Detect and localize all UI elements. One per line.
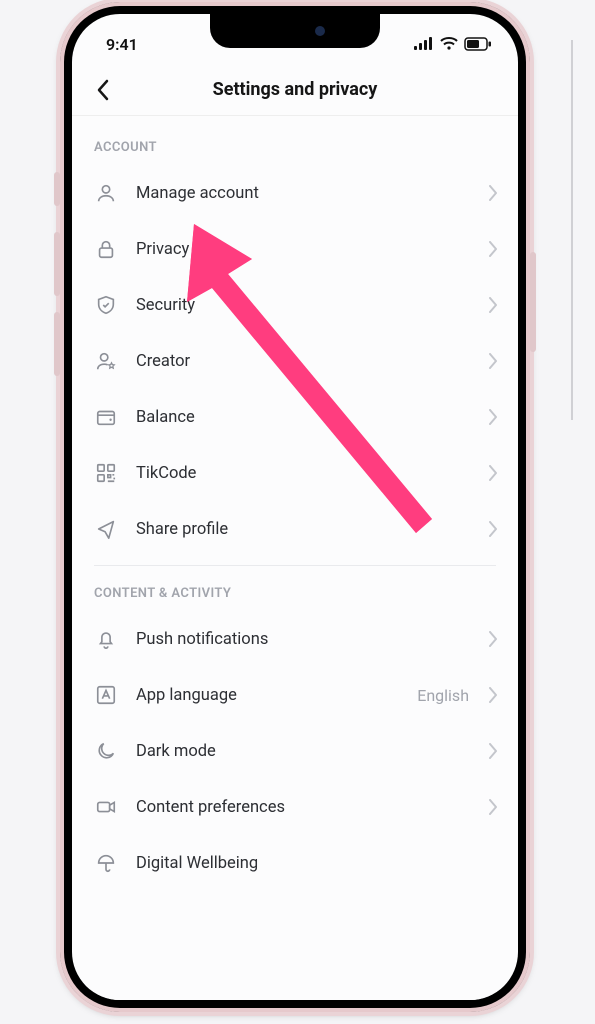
moon-icon [94,739,118,763]
bell-icon [94,627,118,651]
row-value: English [417,686,469,705]
row-label: Balance [136,408,471,427]
row-label: TikCode [136,464,471,483]
volume-down-button [54,312,60,376]
chevron-right-icon [489,241,498,257]
battery-icon [464,37,492,51]
chevron-right-icon [489,743,498,759]
row-push-notifications[interactable]: Push notifications [72,611,518,667]
phone-frame: 9:41 Settings and privacy ACCOUNT [60,2,530,1012]
chevron-right-icon [489,409,498,425]
video-icon [94,795,118,819]
chevron-right-icon [489,465,498,481]
row-label: Manage account [136,184,471,203]
row-label: Digital Wellbeing [136,854,498,873]
settings-list: ACCOUNT Manage account Privacy Se [72,116,518,891]
row-creator[interactable]: Creator [72,333,518,389]
language-icon [94,683,118,707]
chevron-right-icon [489,799,498,815]
row-label: Dark mode [136,742,471,761]
page-title: Settings and privacy [213,79,378,100]
chevron-right-icon [489,297,498,313]
row-label: Security [136,296,471,315]
chevron-right-icon [489,185,498,201]
row-manage-account[interactable]: Manage account [72,165,518,221]
section-header-account: ACCOUNT [72,124,518,165]
decorative-rule [571,40,573,420]
row-label: Share profile [136,520,471,539]
divider [94,565,496,566]
shield-icon [94,293,118,317]
chevron-right-icon [489,521,498,537]
row-content-preferences[interactable]: Content preferences [72,779,518,835]
status-time: 9:41 [106,35,138,54]
share-icon [94,517,118,541]
chevron-right-icon [489,687,498,703]
chevron-right-icon [489,353,498,369]
row-tikcode[interactable]: TikCode [72,445,518,501]
section-header-content-activity: CONTENT & ACTIVITY [72,570,518,611]
row-label: Creator [136,352,471,371]
star-user-icon [94,349,118,373]
row-balance[interactable]: Balance [72,389,518,445]
row-label: Privacy [136,240,471,259]
qr-icon [94,461,118,485]
notch [210,14,380,48]
chevron-left-icon [96,79,110,101]
row-label: Push notifications [136,630,471,649]
lock-icon [94,237,118,261]
row-dark-mode[interactable]: Dark mode [72,723,518,779]
umbrella-icon [94,851,118,875]
row-security[interactable]: Security [72,277,518,333]
wifi-icon [440,37,458,51]
nav-header: Settings and privacy [72,64,518,116]
back-button[interactable] [88,75,118,105]
row-label: Content preferences [136,798,471,817]
mute-switch [54,172,60,206]
chevron-right-icon [489,631,498,647]
screen: 9:41 Settings and privacy ACCOUNT [72,14,518,1000]
row-label: App language [136,686,399,705]
signal-icon [414,37,434,51]
bottom-fade [72,970,518,1000]
wallet-icon [94,405,118,429]
row-share-profile[interactable]: Share profile [72,501,518,557]
person-icon [94,181,118,205]
volume-up-button [54,232,60,296]
power-button [530,252,536,352]
row-digital-wellbeing[interactable]: Digital Wellbeing [72,835,518,891]
row-app-language[interactable]: App language English [72,667,518,723]
row-privacy[interactable]: Privacy [72,221,518,277]
